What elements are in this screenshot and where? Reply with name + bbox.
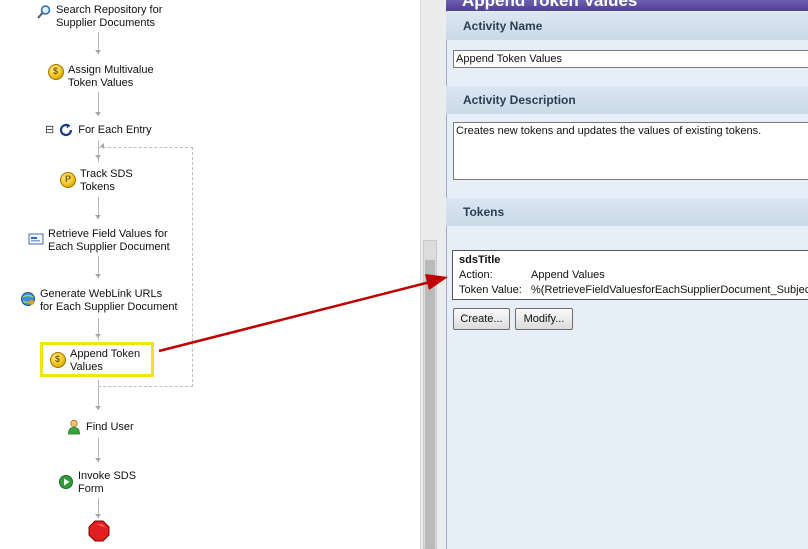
step-append-token-values[interactable]: $ Append Token Values (50, 348, 140, 374)
connector-arrow (95, 514, 101, 518)
step-label: Find User (86, 420, 134, 433)
step-track-sds-tokens[interactable]: P Track SDS Tokens (60, 168, 133, 194)
step-search-repository[interactable]: Search Repository for Supplier Documents (36, 4, 162, 30)
connector-arrow (95, 50, 101, 54)
step-label: Track SDS Tokens (80, 168, 133, 193)
loop-return-arrow (100, 143, 104, 149)
user-icon (66, 419, 82, 435)
step-retrieve-field-values[interactable]: Retrieve Field Values for Each Supplier … (28, 228, 170, 254)
section-activity-name[interactable]: Activity Name (446, 12, 808, 40)
activity-description-field[interactable]: Creates new tokens and updates the value… (453, 122, 808, 180)
field-values-icon (28, 231, 44, 247)
token-action-value: Append Values (531, 269, 605, 281)
step-label: For Each Entry (78, 123, 152, 136)
section-header: Activity Name (463, 19, 543, 33)
connector-arrow (95, 112, 101, 116)
token-value-label: Token Value: (459, 284, 522, 296)
loop-icon (58, 122, 74, 138)
token-coin-icon: $ (50, 352, 66, 368)
collapse-toggle[interactable]: ⊟ (45, 124, 54, 136)
step-generate-weblink-urls[interactable]: Generate WebLink URLs for Each Supplier … (20, 288, 178, 314)
step-for-each-entry[interactable]: ⊟ For Each Entry (45, 122, 152, 138)
step-label: Append Token Values (70, 348, 141, 373)
create-token-button[interactable]: Create... (453, 308, 510, 330)
activity-name-field[interactable]: Append Token Values (453, 50, 808, 68)
tokens-list[interactable]: sdsTitle Action: Append Values Token Val… (452, 250, 808, 300)
weblink-icon (20, 291, 36, 307)
step-assign-multivalue[interactable]: $ Assign Multivalue Token Values (48, 64, 154, 90)
connector-arrow (95, 458, 101, 462)
connector-arrow (95, 406, 101, 410)
step-label: Assign Multivalue Token Values (68, 64, 154, 89)
search-icon (36, 4, 52, 20)
step-label: Search Repository for Supplier Documents (56, 4, 163, 29)
step-find-user[interactable]: Find User (66, 419, 134, 435)
step-label: Generate WebLink URLs for Each Supplier … (40, 288, 178, 313)
token-coin-icon: $ (48, 64, 64, 80)
invoke-form-icon (58, 474, 74, 490)
stop-icon (88, 520, 110, 542)
workflow-canvas[interactable]: Search Repository for Supplier Documents… (0, 0, 420, 549)
section-tokens[interactable]: Tokens (446, 198, 808, 226)
step-invoke-sds-form[interactable]: Invoke SDS Form (58, 470, 136, 496)
token-value: %(RetrieveFieldValuesforEachSupplierDocu… (531, 284, 808, 296)
token-name: sdsTitle (459, 254, 501, 266)
token-track-icon: P (60, 172, 76, 188)
scrollbar-thumb[interactable] (425, 260, 435, 549)
modify-token-button[interactable]: Modify... (515, 308, 573, 330)
section-activity-description[interactable]: Activity Description (446, 86, 808, 114)
step-label: Retrieve Field Values for Each Supplier … (48, 228, 170, 253)
panel-title: Append Token Values (462, 0, 638, 10)
section-header: Activity Description (463, 93, 576, 107)
panel-title-bar: Append Token Values (446, 0, 808, 11)
token-action-label: Action: (459, 269, 493, 281)
step-label: Invoke SDS Form (78, 470, 137, 495)
section-header: Tokens (463, 205, 505, 219)
